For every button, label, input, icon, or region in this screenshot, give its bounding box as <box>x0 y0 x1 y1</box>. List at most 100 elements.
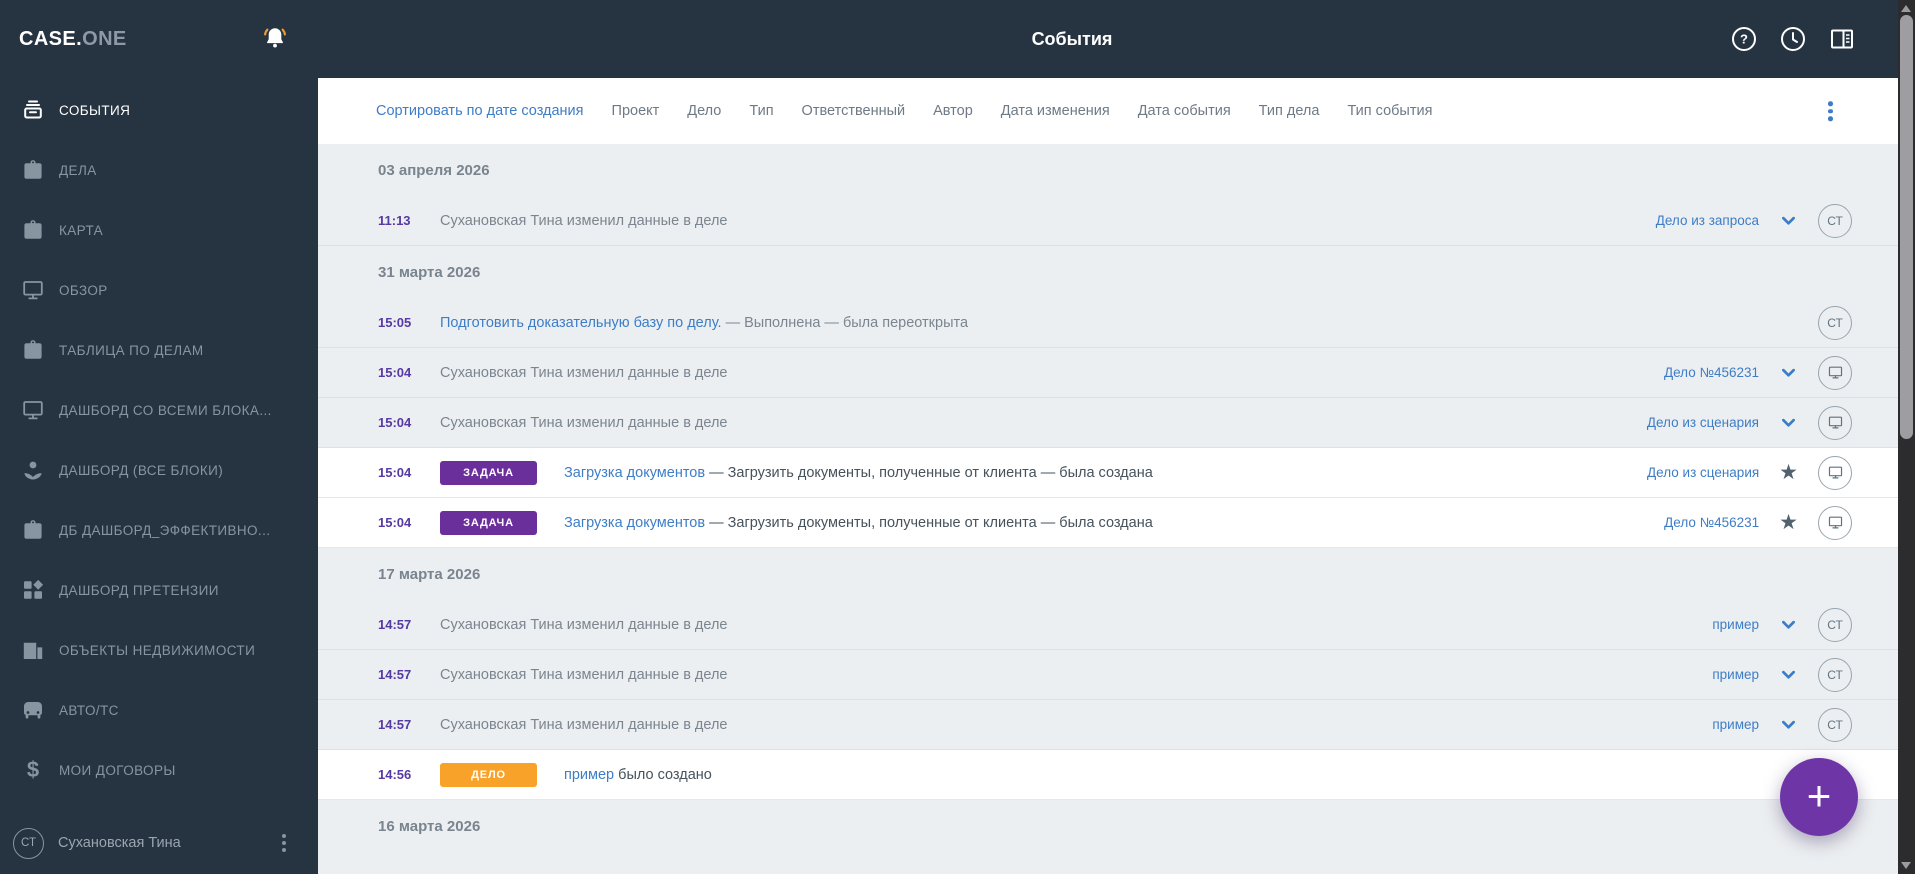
sidebar-item-4[interactable]: ТАБЛИЦА ПО ДЕЛАМ <box>0 320 318 380</box>
case-link[interactable]: пример <box>1712 617 1759 632</box>
events-icon <box>20 97 46 123</box>
scrollbar-up-arrow[interactable] <box>1901 5 1911 12</box>
add-event-fab[interactable]: + <box>1780 758 1858 836</box>
event-row-right: Дело №456231 ★ <box>1664 505 1898 540</box>
sort-by-creation-date-link[interactable]: Сортировать по дате создания <box>376 103 584 119</box>
monitor-icon <box>20 277 46 303</box>
event-description: Загрузка документов — Загрузить документ… <box>564 465 1153 481</box>
event-row: 14:57 Сухановская Тина изменил данные в д… <box>318 600 1898 650</box>
date-group-header: 31 марта 2026 <box>378 263 481 281</box>
user-avatar: СТ <box>1818 305 1852 340</box>
sidebar-item-9[interactable]: ОБЪЕКТЫ НЕДВИЖИМОСТИ <box>0 620 318 680</box>
briefcase-icon <box>20 517 46 543</box>
filter-item-1[interactable]: Дело <box>687 103 721 119</box>
event-description: Сухановская Тина изменил данные в деле <box>440 213 728 229</box>
help-icon[interactable]: ? <box>1731 26 1757 52</box>
sidebar-nav: СОБЫТИЯ ДЕЛА КАРТА ОБЗОР ТАБЛИЦА ПО ДЕЛАМ ДАШ… <box>0 78 318 800</box>
sidebar-item-label: ДАШБОРД (ВСЕ БЛОКИ) <box>59 462 224 478</box>
case-link[interactable]: пример <box>1712 667 1759 682</box>
event-text: Сухановская Тина изменил данные в деле <box>440 666 728 683</box>
star-icon[interactable]: ★ <box>1779 512 1798 533</box>
filter-item-5[interactable]: Дата изменения <box>1001 103 1110 119</box>
event-row-right: пример СТ <box>1712 657 1898 692</box>
filter-item-3[interactable]: Ответственный <box>802 103 906 119</box>
case-link[interactable]: Дело №456231 <box>1664 365 1759 380</box>
filter-item-8[interactable]: Тип события <box>1347 103 1432 119</box>
event-row-right: пример СТ <box>1712 607 1898 642</box>
event-link[interactable]: пример <box>564 767 614 783</box>
briefcase-icon <box>20 337 46 363</box>
filter-item-7[interactable]: Тип дела <box>1259 103 1320 119</box>
sidebar-user[interactable]: СТ Сухановская Тина <box>0 812 318 874</box>
event-link[interactable]: Подготовить доказательную базу по делу. <box>440 315 722 331</box>
event-row-right: Дело из запроса СТ <box>1656 203 1898 238</box>
chevron-down-icon[interactable] <box>1779 665 1798 684</box>
case-link[interactable]: Дело из сценария <box>1647 465 1759 480</box>
event-link[interactable]: Загрузка документов <box>564 515 705 531</box>
event-row: 14:56 ДЕЛО пример было создано <box>318 750 1898 800</box>
bell-icon[interactable] <box>260 24 290 54</box>
sidebar-item-1[interactable]: ДЕЛА <box>0 140 318 200</box>
user-menu-icon[interactable] <box>278 830 290 856</box>
event-row: 15:04 ЗАДАЧА Загрузка документов — Загрузи… <box>318 498 1898 548</box>
event-link[interactable]: Загрузка документов <box>564 465 705 481</box>
case-link[interactable]: пример <box>1712 717 1759 732</box>
chevron-down-icon[interactable] <box>1779 615 1798 634</box>
filter-item-4[interactable]: Автор <box>933 103 973 119</box>
system-avatar-monitor-icon <box>1818 455 1852 490</box>
sidebar-item-3[interactable]: ОБЗОР <box>0 260 318 320</box>
chevron-down-icon[interactable] <box>1779 363 1798 382</box>
event-time: 15:04 <box>378 365 412 380</box>
sidebar-item-6[interactable]: ДАШБОРД (ВСЕ БЛОКИ) <box>0 440 318 500</box>
panel-icon[interactable] <box>1829 26 1855 52</box>
event-time: 11:13 <box>378 213 411 228</box>
car-icon <box>20 697 46 723</box>
case-link[interactable]: Дело №456231 <box>1664 515 1759 530</box>
chevron-down-icon[interactable] <box>1779 413 1798 432</box>
sidebar-item-label: ДЕЛА <box>59 162 97 178</box>
filter-item-0[interactable]: Проект <box>612 103 660 119</box>
case-link[interactable]: Дело из запроса <box>1656 213 1759 228</box>
sidebar-item-10[interactable]: АВТО/ТС <box>0 680 318 740</box>
event-row: 15:04 Сухановская Тина изменил данные в д… <box>318 348 1898 398</box>
event-row: 14:57 Сухановская Тина изменил данные в д… <box>318 700 1898 750</box>
sidebar-item-7[interactable]: ДБ ДАШБОРД_ЭФФЕКТИВНО... <box>0 500 318 560</box>
topbar: CASE.ONE События ? <box>0 0 1915 78</box>
sidebar-item-2[interactable]: КАРТА <box>0 200 318 260</box>
filter-item-6[interactable]: Дата события <box>1138 103 1231 119</box>
event-time: 15:04 <box>378 415 412 430</box>
sidebar: СОБЫТИЯ ДЕЛА КАРТА ОБЗОР ТАБЛИЦА ПО ДЕЛАМ ДАШ… <box>0 78 318 874</box>
scrollbar-thumb[interactable] <box>1900 15 1913 439</box>
event-row-right: Дело №456231 <box>1664 355 1898 390</box>
star-icon[interactable]: ★ <box>1779 462 1798 483</box>
briefcase-icon <box>20 217 46 243</box>
user-name: Сухановская Тина <box>58 835 181 851</box>
sidebar-item-5[interactable]: ДАШБОРД СО ВСЕМИ БЛОКА... <box>0 380 318 440</box>
sidebar-item-label: ДАШБОРД ПРЕТЕНЗИИ <box>59 582 219 598</box>
sidebar-item-label: АВТО/ТС <box>59 702 119 718</box>
date-group-header: 03 апреля 2026 <box>378 161 490 179</box>
event-description: Сухановская Тина изменил данные в деле <box>440 415 728 431</box>
event-type-badge: ЗАДАЧА <box>440 460 537 485</box>
filter-item-2[interactable]: Тип <box>749 103 773 119</box>
event-text: Сухановская Тина изменил данные в деле <box>440 716 728 733</box>
sidebar-item-label: ДБ ДАШБОРД_ЭФФЕКТИВНО... <box>59 522 271 538</box>
event-row: 15:04 Сухановская Тина изменил данные в д… <box>318 398 1898 448</box>
chevron-down-icon[interactable] <box>1779 211 1798 230</box>
sidebar-item-8[interactable]: ДАШБОРД ПРЕТЕНЗИИ <box>0 560 318 620</box>
history-icon[interactable] <box>1780 26 1806 52</box>
filter-more-icon[interactable] <box>1823 96 1838 126</box>
sidebar-item-label: ОБЗОР <box>59 282 108 298</box>
sidebar-item-0[interactable]: СОБЫТИЯ <box>0 80 318 140</box>
svg-text:?: ? <box>1740 32 1748 47</box>
sidebar-item-11[interactable]: $ МОИ ДОГОВОРЫ <box>0 740 318 800</box>
case-link[interactable]: Дело из сценария <box>1647 415 1759 430</box>
page-title: События <box>1031 29 1113 49</box>
app-logo: CASE.ONE <box>19 0 127 78</box>
chevron-down-icon[interactable] <box>1779 715 1798 734</box>
event-text: — Выполнена — была переоткрыта <box>725 314 969 331</box>
event-text: Сухановская Тина изменил данные в деле <box>440 616 728 633</box>
event-time: 15:04 <box>378 515 412 530</box>
sidebar-item-label: ОБЪЕКТЫ НЕДВИЖИМОСТИ <box>59 642 256 658</box>
scrollbar-down-arrow[interactable] <box>1901 862 1911 869</box>
